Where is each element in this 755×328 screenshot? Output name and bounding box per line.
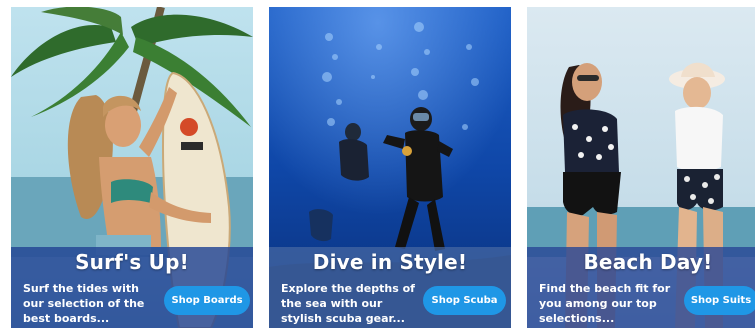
card-description: Explore the depths of the sea with our s… xyxy=(281,282,415,325)
card-title: Surf's Up! xyxy=(75,250,189,274)
promo-card-surf[interactable]: Surf's Up! Surf the tides with our selec… xyxy=(11,7,253,328)
card-description: Find the beach fit for you among our top… xyxy=(539,282,671,325)
shop-boards-button[interactable]: Shop Boards xyxy=(164,286,250,315)
promo-card-beach[interactable]: Beach Day! Find the beach fit for you am… xyxy=(527,7,755,328)
card-title: Beach Day! xyxy=(583,250,713,274)
card-overlay: Dive in Style! Explore the depths of the… xyxy=(269,247,511,328)
shop-scuba-button[interactable]: Shop Scuba xyxy=(423,286,506,315)
card-description: Surf the tides with our selection of the… xyxy=(23,282,145,325)
promo-card-row: Surf's Up! Surf the tides with our selec… xyxy=(0,0,755,328)
card-overlay: Beach Day! Find the beach fit for you am… xyxy=(527,247,755,328)
card-overlay: Surf's Up! Surf the tides with our selec… xyxy=(11,247,253,328)
promo-card-scuba[interactable]: Dive in Style! Explore the depths of the… xyxy=(269,7,511,328)
card-title: Dive in Style! xyxy=(312,250,468,274)
shop-suits-button[interactable]: Shop Suits xyxy=(684,286,755,315)
